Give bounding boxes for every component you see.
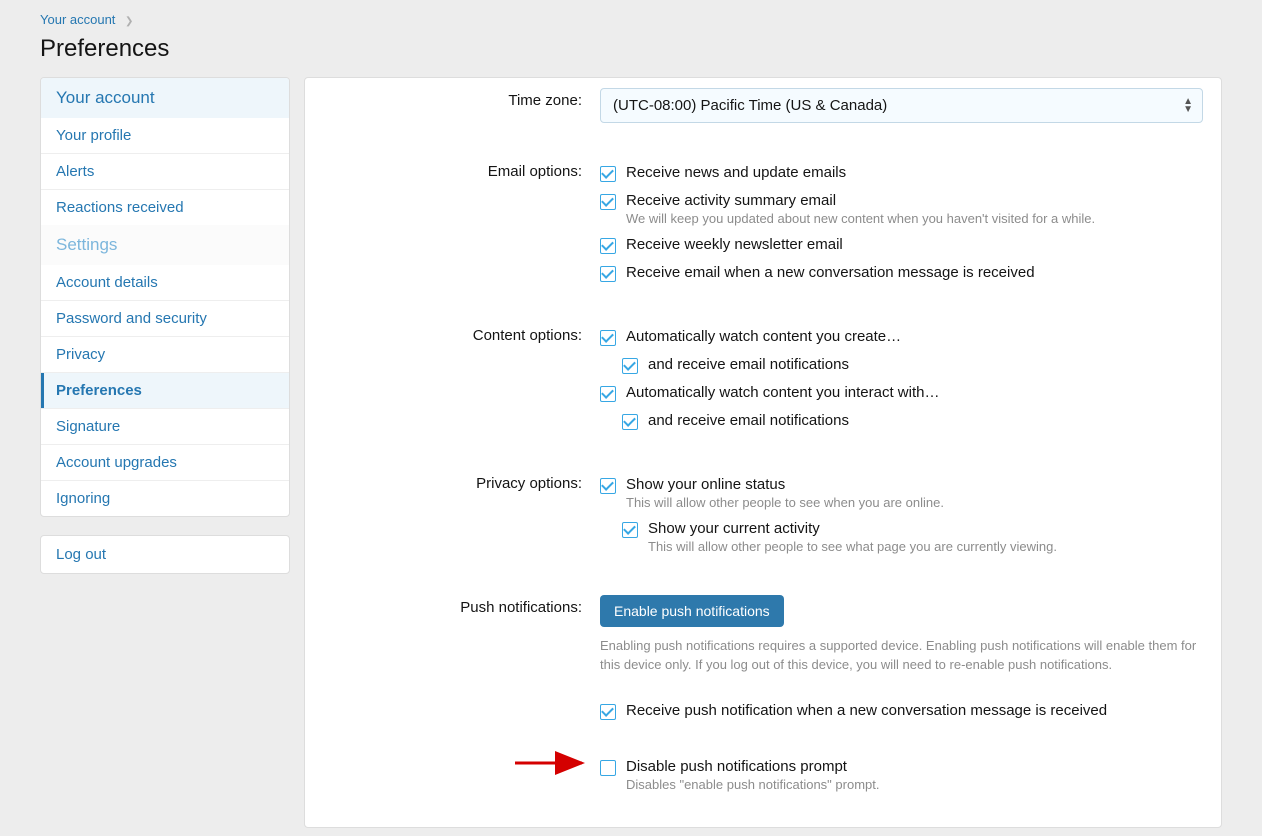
timezone-label: Time zone: bbox=[310, 88, 600, 123]
sidebar-item-privacy[interactable]: Privacy bbox=[41, 337, 289, 372]
checkbox-row[interactable]: and receive email notifications bbox=[600, 351, 1203, 379]
checkbox-label: Receive email when a new conversation me… bbox=[626, 264, 1035, 281]
checkbox-icon[interactable] bbox=[600, 194, 616, 210]
checkbox-icon[interactable] bbox=[600, 166, 616, 182]
sidebar-section-account: Your account bbox=[41, 78, 289, 118]
timezone-select[interactable]: (UTC-08:00) Pacific Time (US & Canada) bbox=[600, 88, 1203, 123]
arrow-icon bbox=[510, 751, 590, 775]
push-disable-row[interactable]: Disable push notifications prompt Disabl… bbox=[600, 753, 1203, 797]
checkbox-row[interactable]: Automatically watch content you interact… bbox=[600, 379, 1203, 407]
push-disable-hint: Disables "enable push notifications" pro… bbox=[626, 777, 879, 792]
checkbox-icon[interactable] bbox=[600, 238, 616, 254]
sidebar-item-account-details[interactable]: Account details bbox=[41, 265, 289, 300]
checkbox-label: Receive weekly newsletter email bbox=[626, 236, 843, 253]
checkbox-icon[interactable] bbox=[600, 704, 616, 720]
chevron-right-icon: ❯ bbox=[125, 16, 133, 27]
checkbox-icon[interactable] bbox=[622, 522, 638, 538]
checkbox-icon[interactable] bbox=[600, 386, 616, 402]
content-options-label: Content options: bbox=[310, 323, 600, 435]
checkbox-label: Show your online status bbox=[626, 476, 944, 493]
checkbox-row[interactable]: Receive activity summary email We will ke… bbox=[600, 187, 1203, 231]
enable-push-button[interactable]: Enable push notifications bbox=[600, 595, 784, 627]
sidebar-item-alerts[interactable]: Alerts bbox=[41, 154, 289, 189]
checkbox-icon[interactable] bbox=[622, 414, 638, 430]
checkbox-row[interactable]: Receive news and update emails bbox=[600, 159, 1203, 187]
sidebar-panel: Your account Your profileAlertsReactions… bbox=[40, 77, 290, 517]
checkbox-label: Automatically watch content you create… bbox=[626, 328, 901, 345]
push-description: Enabling push notifications requires a s… bbox=[600, 637, 1200, 675]
checkbox-hint: We will keep you updated about new conte… bbox=[626, 211, 1095, 226]
sidebar-item-account-upgrades[interactable]: Account upgrades bbox=[41, 445, 289, 480]
checkbox-icon[interactable] bbox=[600, 266, 616, 282]
sidebar-item-ignoring[interactable]: Ignoring bbox=[41, 481, 289, 516]
breadcrumb: Your account ❯ bbox=[8, 8, 1254, 35]
checkbox-label: Show your current activity bbox=[648, 520, 1057, 537]
logout-panel: Log out bbox=[40, 535, 290, 574]
email-options-label: Email options: bbox=[310, 159, 600, 287]
checkbox-hint: This will allow other people to see what… bbox=[648, 539, 1057, 554]
checkbox-hint: This will allow other people to see when… bbox=[626, 495, 944, 510]
logout-link[interactable]: Log out bbox=[41, 536, 289, 573]
privacy-options-label: Privacy options: bbox=[310, 471, 600, 559]
checkbox-icon[interactable] bbox=[600, 478, 616, 494]
checkbox-row[interactable]: Receive email when a new conversation me… bbox=[600, 259, 1203, 287]
push-receive-label: Receive push notification when a new con… bbox=[626, 702, 1107, 719]
checkbox-icon[interactable] bbox=[600, 330, 616, 346]
push-receive-row[interactable]: Receive push notification when a new con… bbox=[600, 697, 1203, 725]
checkbox-row[interactable]: Show your current activity This will allo… bbox=[600, 515, 1203, 559]
checkbox-label: Receive news and update emails bbox=[626, 164, 846, 181]
checkbox-label: and receive email notifications bbox=[648, 356, 849, 373]
checkbox-label: Receive activity summary email bbox=[626, 192, 1095, 209]
checkbox-label: Automatically watch content you interact… bbox=[626, 384, 939, 401]
push-disable-label: Disable push notifications prompt bbox=[626, 758, 879, 775]
page-title: Preferences bbox=[8, 35, 1254, 77]
sidebar-item-your-profile[interactable]: Your profile bbox=[41, 118, 289, 153]
checkbox-row[interactable]: Automatically watch content you create… bbox=[600, 323, 1203, 351]
checkbox-icon[interactable] bbox=[600, 760, 616, 776]
sidebar-item-preferences[interactable]: Preferences bbox=[41, 373, 289, 408]
main-panel: Time zone: (UTC-08:00) Pacific Time (US … bbox=[304, 77, 1222, 828]
checkbox-row[interactable]: Receive weekly newsletter email bbox=[600, 231, 1203, 259]
checkbox-row[interactable]: Show your online status This will allow o… bbox=[600, 471, 1203, 515]
sidebar-item-password-and-security[interactable]: Password and security bbox=[41, 301, 289, 336]
checkbox-icon[interactable] bbox=[622, 358, 638, 374]
sidebar-section-settings: Settings bbox=[41, 225, 289, 265]
sidebar-item-reactions-received[interactable]: Reactions received bbox=[41, 190, 289, 225]
checkbox-label: and receive email notifications bbox=[648, 412, 849, 429]
sidebar-item-signature[interactable]: Signature bbox=[41, 409, 289, 444]
checkbox-row[interactable]: and receive email notifications bbox=[600, 407, 1203, 435]
breadcrumb-link[interactable]: Your account bbox=[40, 12, 115, 27]
